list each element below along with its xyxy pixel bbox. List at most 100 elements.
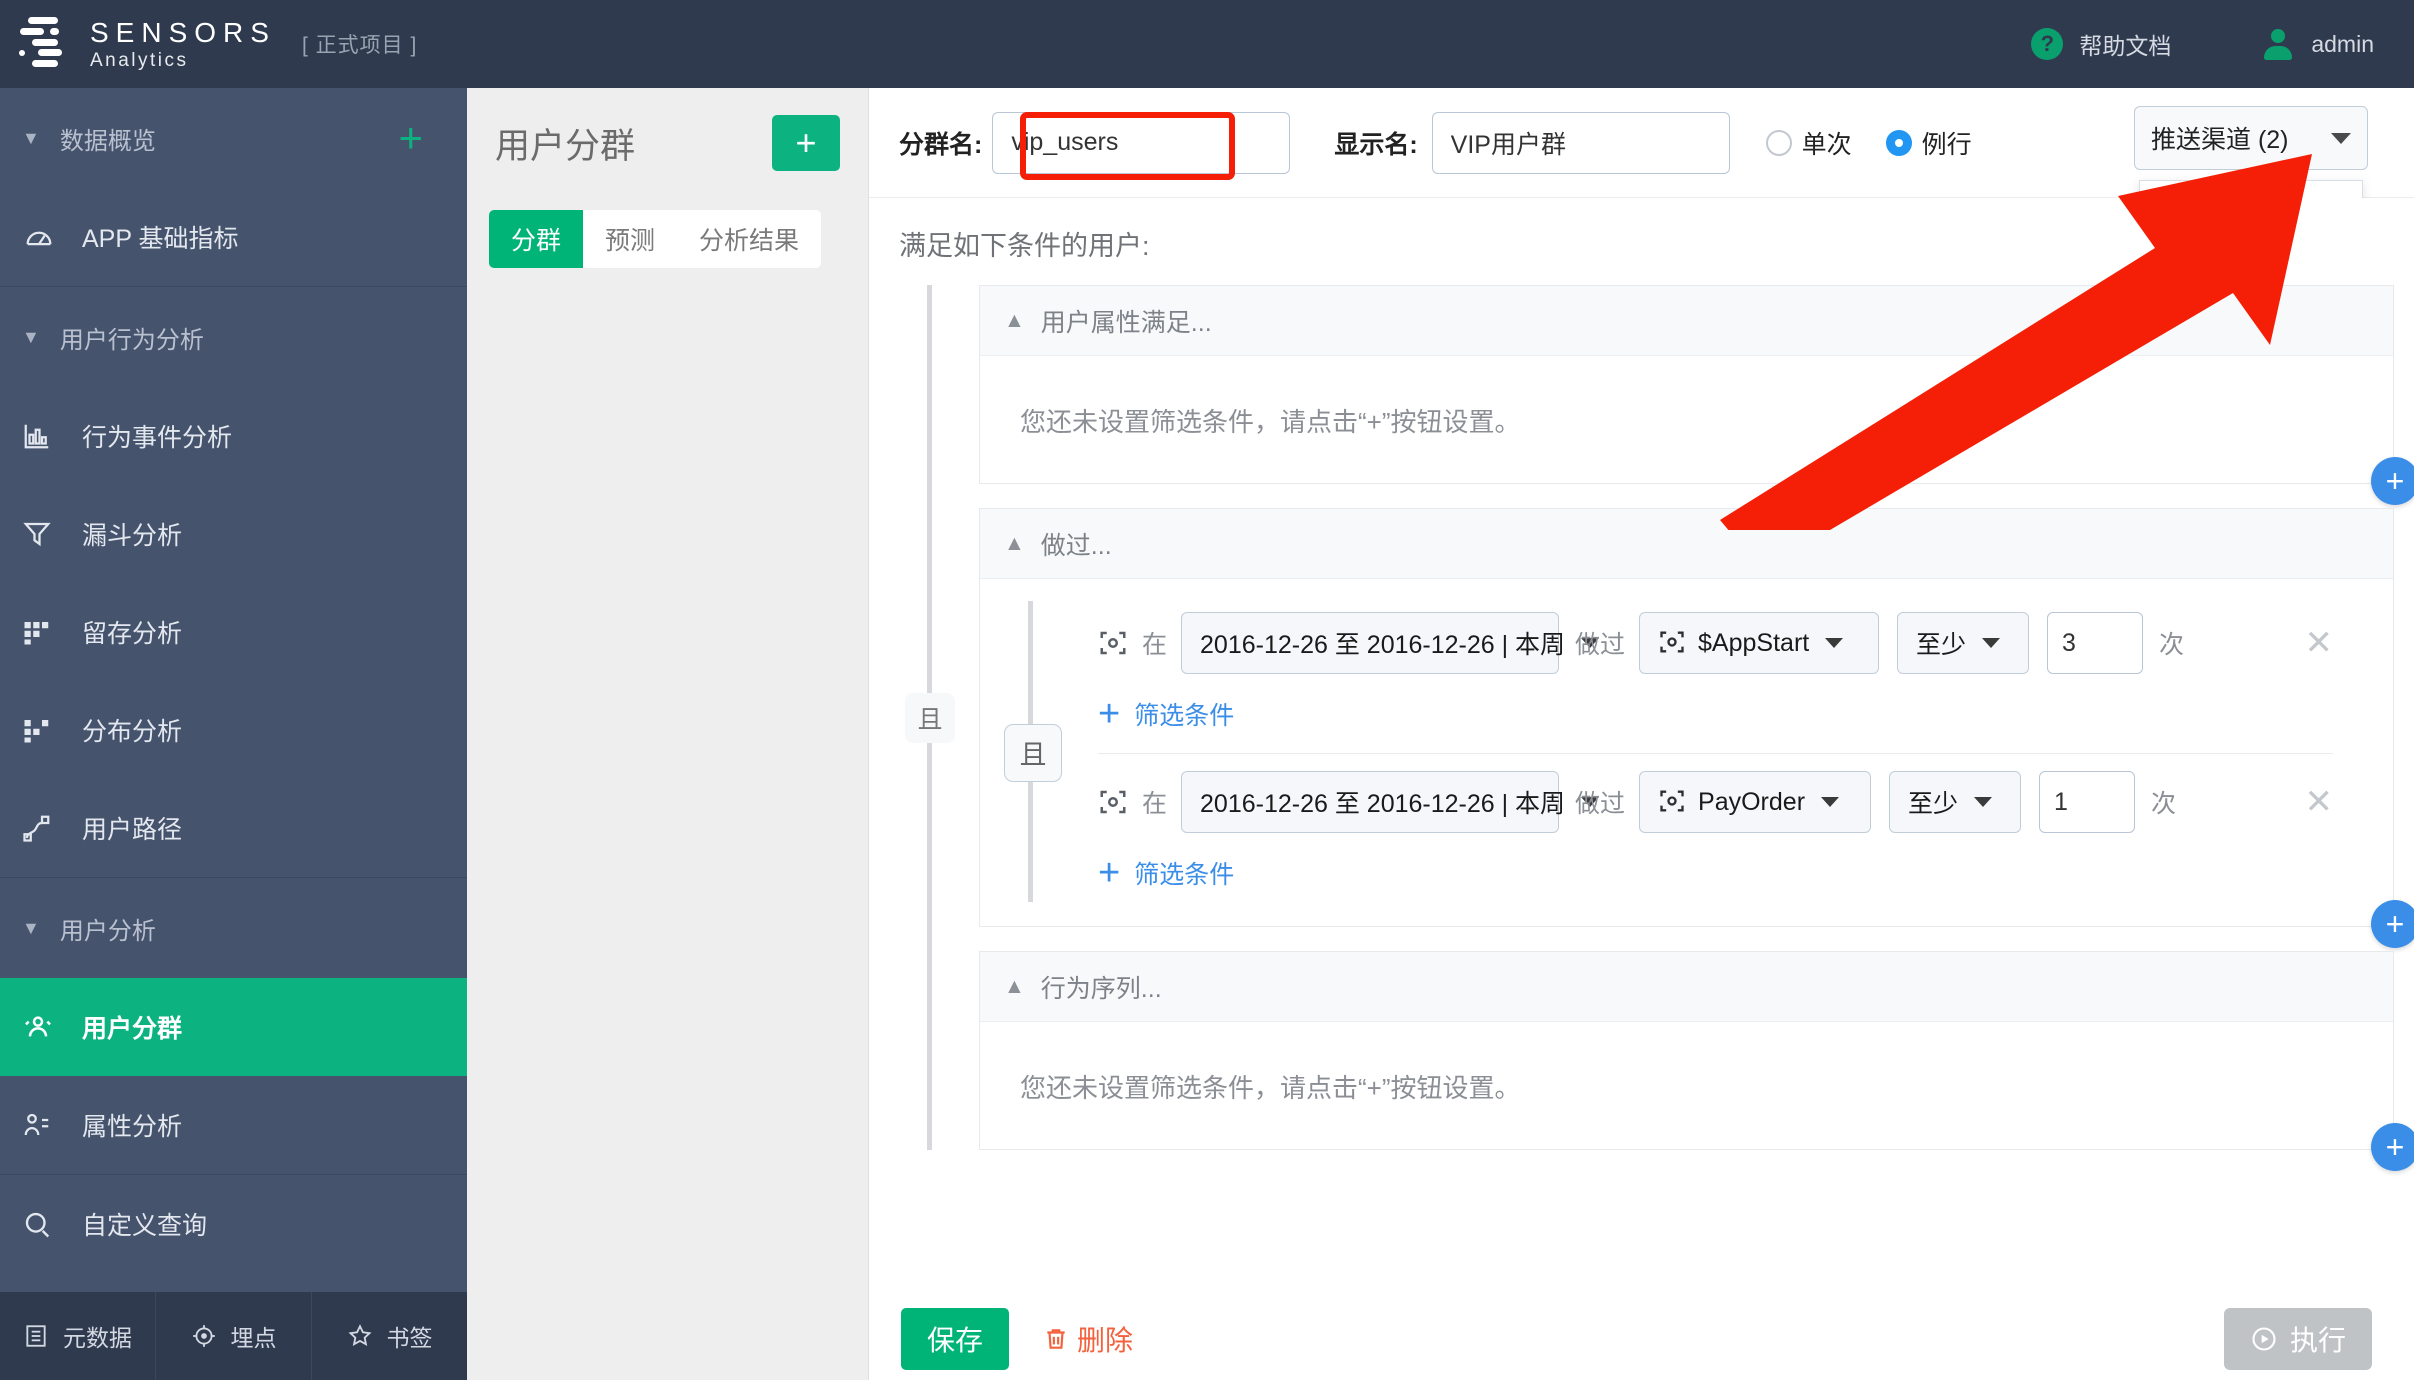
sidebar-item-distribution-analysis[interactable]: 分布分析 bbox=[0, 681, 467, 779]
add-filter-label: 筛选条件 bbox=[1134, 861, 1235, 889]
close-icon[interactable]: ✕ bbox=[2305, 785, 2334, 819]
chevron-down-icon bbox=[2331, 132, 2351, 144]
sidebar-item-retention-analysis[interactable]: 留存分析 bbox=[0, 583, 467, 681]
add-condition-button[interactable]: + bbox=[2371, 900, 2414, 948]
page-title: 用户分群 bbox=[495, 126, 636, 166]
chevron-down-icon bbox=[1974, 797, 1993, 807]
block-header[interactable]: ▲ 行为序列... bbox=[980, 952, 2393, 1022]
date-range-label: 2016-12-26 至 2016-12-26 | 本周 bbox=[1200, 631, 1566, 659]
event-select[interactable]: $AppStart bbox=[1639, 612, 1880, 674]
operator-select[interactable]: 至少 bbox=[1897, 612, 2030, 674]
sidebar-item-label: 属性分析 bbox=[82, 1113, 183, 1141]
count-input[interactable] bbox=[2039, 771, 2136, 833]
event-name-label: $AppStart bbox=[1698, 628, 1810, 657]
sidebar-bottom-metadata[interactable]: 元数据 bbox=[0, 1292, 156, 1380]
sidebar-scroll: ▼ 数据概览 + APP 基础指标 ▼ 用户行为分析 行为事件分析 漏斗分析 留… bbox=[0, 88, 467, 1292]
block-empty-message: 您还未设置筛选条件，请点击“+”按钮设置。 bbox=[1020, 1073, 1521, 1103]
radio-once-label: 单次 bbox=[1801, 130, 1852, 159]
sidebar-group-user-analysis[interactable]: ▼ 用户分析 bbox=[0, 878, 467, 978]
help-doc-link[interactable]: ? 帮助文档 bbox=[2031, 27, 2171, 61]
add-filter-link[interactable]: + 筛选条件 bbox=[980, 840, 2393, 906]
sidebar-item-label: 用户分群 bbox=[82, 1015, 183, 1043]
radio-recurring[interactable]: 例行 bbox=[1885, 125, 1972, 161]
target-frame-icon bbox=[1098, 628, 1128, 658]
tab-analysis-result[interactable]: 分析结果 bbox=[677, 210, 821, 268]
display-name-label: 显示名: bbox=[1334, 130, 1418, 159]
sidebar-group-label: 用户分析 bbox=[59, 917, 156, 945]
sidebar-bottom-tracking[interactable]: 埋点 bbox=[156, 1292, 312, 1380]
count-input[interactable] bbox=[2047, 612, 2144, 674]
row-middle-label: 做过 bbox=[1575, 790, 1626, 818]
inner-connector-badge[interactable]: 且 bbox=[1004, 723, 1062, 782]
add-dashboard-button[interactable]: + bbox=[398, 117, 423, 159]
chevron-up-icon: ▲ bbox=[1004, 974, 1025, 998]
radio-recurring-label: 例行 bbox=[1921, 130, 1972, 159]
sidebar-group-label: 数据概览 bbox=[59, 127, 156, 155]
brand-logo[interactable]: SENSORS Analytics bbox=[18, 13, 276, 75]
add-condition-button[interactable]: + bbox=[2371, 457, 2414, 505]
funnel-icon bbox=[22, 519, 60, 549]
delete-button[interactable]: 删除 bbox=[1043, 1319, 1133, 1359]
sidebar-item-label: 留存分析 bbox=[82, 620, 183, 648]
sidebar-item-custom-query[interactable]: 自定义查询 bbox=[0, 1175, 467, 1273]
run-label: 执行 bbox=[2289, 1325, 2346, 1356]
sidebar-bottom-label: 书签 bbox=[386, 1325, 433, 1351]
sidebar-item-app-metrics[interactable]: APP 基础指标 bbox=[0, 188, 467, 286]
block-header-label: 做过... bbox=[1040, 531, 1112, 560]
operator-label: 至少 bbox=[1908, 790, 1959, 818]
sidebar-item-funnel-analysis[interactable]: 漏斗分析 bbox=[0, 485, 467, 583]
group-name-input[interactable] bbox=[992, 111, 1291, 174]
sidebar-item-label: 用户路径 bbox=[82, 816, 183, 844]
block-header-label: 行为序列... bbox=[1040, 974, 1162, 1003]
tab-grouping[interactable]: 分群 bbox=[489, 210, 584, 268]
add-filter-link[interactable]: + 筛选条件 bbox=[980, 681, 2393, 747]
chevron-down-icon bbox=[1821, 797, 1840, 807]
brand-line-2: Analytics bbox=[90, 49, 189, 71]
trash-icon bbox=[1043, 1326, 1069, 1352]
sidebar-bottom-label: 埋点 bbox=[230, 1325, 277, 1351]
sidebar-item-event-analysis[interactable]: 行为事件分析 bbox=[0, 387, 467, 485]
sidebar-item-attribute-analysis[interactable]: 属性分析 bbox=[0, 1076, 467, 1174]
block-empty-message: 您还未设置筛选条件，请点击“+”按钮设置。 bbox=[1020, 407, 1521, 437]
sidebar-item-user-group[interactable]: 用户分群 bbox=[0, 978, 467, 1076]
date-range-select[interactable]: 2016-12-26 至 2016-12-26 | 本周 bbox=[1181, 612, 1600, 674]
plus-icon: + bbox=[1098, 693, 1121, 735]
sidebar: ▼ 数据概览 + APP 基础指标 ▼ 用户行为分析 行为事件分析 漏斗分析 留… bbox=[0, 88, 467, 1380]
sidebar-group-data-overview[interactable]: ▼ 数据概览 + bbox=[0, 88, 467, 188]
date-range-select[interactable]: 2016-12-26 至 2016-12-26 | 本周 bbox=[1181, 771, 1600, 833]
push-channel-select[interactable]: 推送渠道 (2) bbox=[2134, 106, 2368, 170]
event-condition-row: 在 2016-12-26 至 2016-12-26 | 本周 做过 bbox=[980, 764, 2393, 840]
event-name-label: PayOrder bbox=[1698, 787, 1806, 816]
chevron-down-icon: ▼ bbox=[22, 127, 40, 148]
block-header-label: 用户属性满足... bbox=[1040, 308, 1212, 337]
operator-select[interactable]: 至少 bbox=[1889, 771, 2022, 833]
event-select[interactable]: PayOrder bbox=[1639, 771, 1872, 833]
delete-label: 删除 bbox=[1077, 1325, 1134, 1356]
add-condition-button[interactable]: + bbox=[2371, 1123, 2414, 1171]
run-button[interactable]: 执行 bbox=[2223, 1308, 2372, 1370]
sidebar-item-user-path[interactable]: 用户路径 bbox=[0, 779, 467, 877]
display-name-input[interactable] bbox=[1431, 111, 1730, 174]
help-doc-label: 帮助文档 bbox=[2079, 33, 2172, 59]
speedometer-icon bbox=[22, 220, 60, 254]
save-button[interactable]: 保存 bbox=[901, 1308, 1010, 1370]
radio-once[interactable]: 单次 bbox=[1765, 125, 1852, 161]
condition-canvas: 满足如下条件的用户: 且 ▲ 用户属性满足... 您还未设置筛选条件，请点击“+… bbox=[869, 198, 2414, 1298]
block-header[interactable]: ▲ 用户属性满足... bbox=[980, 286, 2393, 356]
outer-connector-badge[interactable]: 且 bbox=[905, 692, 955, 743]
outer-connector-rail: 且 bbox=[905, 285, 955, 1150]
block-header[interactable]: ▲ 做过... bbox=[980, 509, 2393, 579]
chevron-down-icon: ▼ bbox=[22, 326, 40, 347]
row-suffix-label: 次 bbox=[2151, 790, 2177, 818]
tab-prediction[interactable]: 预测 bbox=[583, 210, 677, 268]
sidebar-bottom-bookmark[interactable]: 书签 bbox=[312, 1292, 467, 1380]
add-group-button[interactable]: + bbox=[772, 115, 840, 171]
chevron-down-icon: ▼ bbox=[22, 917, 40, 938]
sidebar-item-label: APP 基础指标 bbox=[82, 225, 239, 253]
brand-text: SENSORS Analytics bbox=[90, 18, 276, 71]
close-icon[interactable]: ✕ bbox=[2305, 626, 2334, 660]
operator-label: 至少 bbox=[1916, 631, 1967, 659]
condition-blocks: 且 ▲ 用户属性满足... 您还未设置筛选条件，请点击“+”按钮设置。 + ▲ … bbox=[905, 285, 2414, 1171]
user-menu[interactable]: admin bbox=[2261, 29, 2374, 60]
sidebar-group-behavior[interactable]: ▼ 用户行为分析 bbox=[0, 287, 467, 387]
